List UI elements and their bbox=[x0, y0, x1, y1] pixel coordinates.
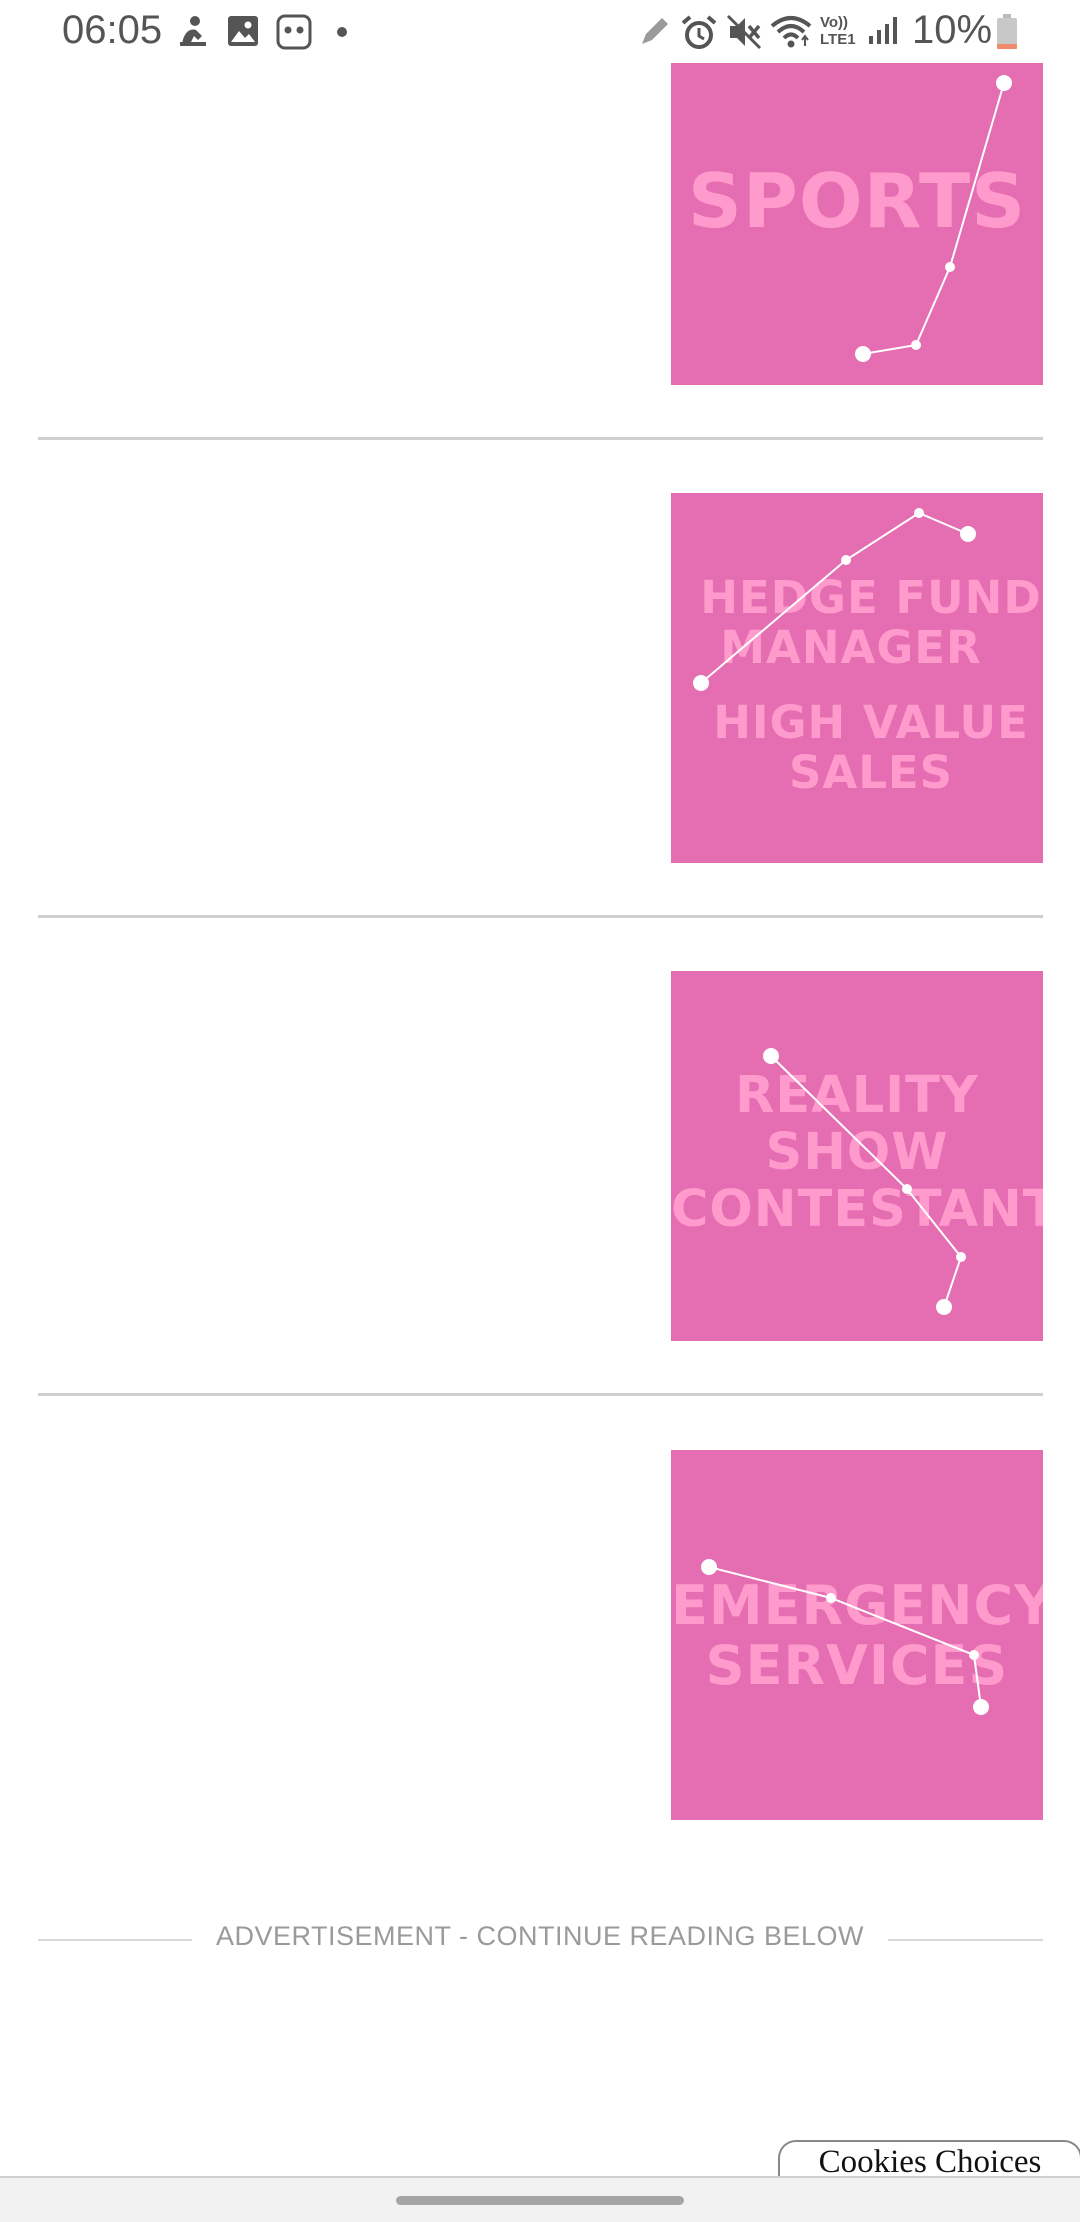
wifi-icon bbox=[770, 16, 812, 48]
card-emergency-services[interactable]: EMERGENCY SERVICES bbox=[671, 1450, 1043, 1820]
divider bbox=[38, 915, 1043, 918]
navigation-bar bbox=[0, 2176, 1080, 2222]
mute-icon bbox=[726, 14, 762, 50]
status-time: 06:05 bbox=[62, 8, 163, 52]
card-hedge-fund-manager[interactable]: HEDGE FUND MANAGER HIGH VALUE SALES bbox=[671, 493, 1043, 863]
battery-icon bbox=[997, 14, 1017, 49]
signal-icon bbox=[869, 17, 897, 44]
status-bar: 06:05 Vo)) LTE1 10% bbox=[0, 0, 1080, 64]
card-reality-show-contestant[interactable]: REALITY SHOW CONTESTANT bbox=[671, 971, 1043, 1341]
more-dot-icon bbox=[337, 27, 347, 37]
person-notification-icon bbox=[180, 16, 206, 46]
app-notification-icon bbox=[276, 14, 312, 50]
gallery-icon bbox=[228, 16, 258, 46]
volte-icon: Vo)) LTE1 bbox=[820, 14, 856, 48]
constellation-graphic bbox=[763, 1048, 966, 1315]
divider bbox=[38, 1393, 1043, 1396]
edit-icon bbox=[642, 18, 668, 44]
advertisement-label: ADVERTISEMENT - CONTINUE READING BELOW bbox=[0, 1921, 1080, 1952]
constellation-graphic bbox=[701, 1559, 989, 1715]
cookies-choices-button[interactable]: Cookies Choices bbox=[778, 2140, 1080, 2180]
constellation-graphic bbox=[693, 508, 976, 691]
battery-percent: 10% bbox=[912, 8, 993, 52]
divider bbox=[38, 437, 1043, 440]
constellation-graphic bbox=[855, 75, 1012, 362]
home-indicator[interactable] bbox=[396, 2196, 684, 2205]
card-sports[interactable]: SPORTS bbox=[671, 63, 1043, 385]
alarm-icon bbox=[681, 15, 717, 49]
